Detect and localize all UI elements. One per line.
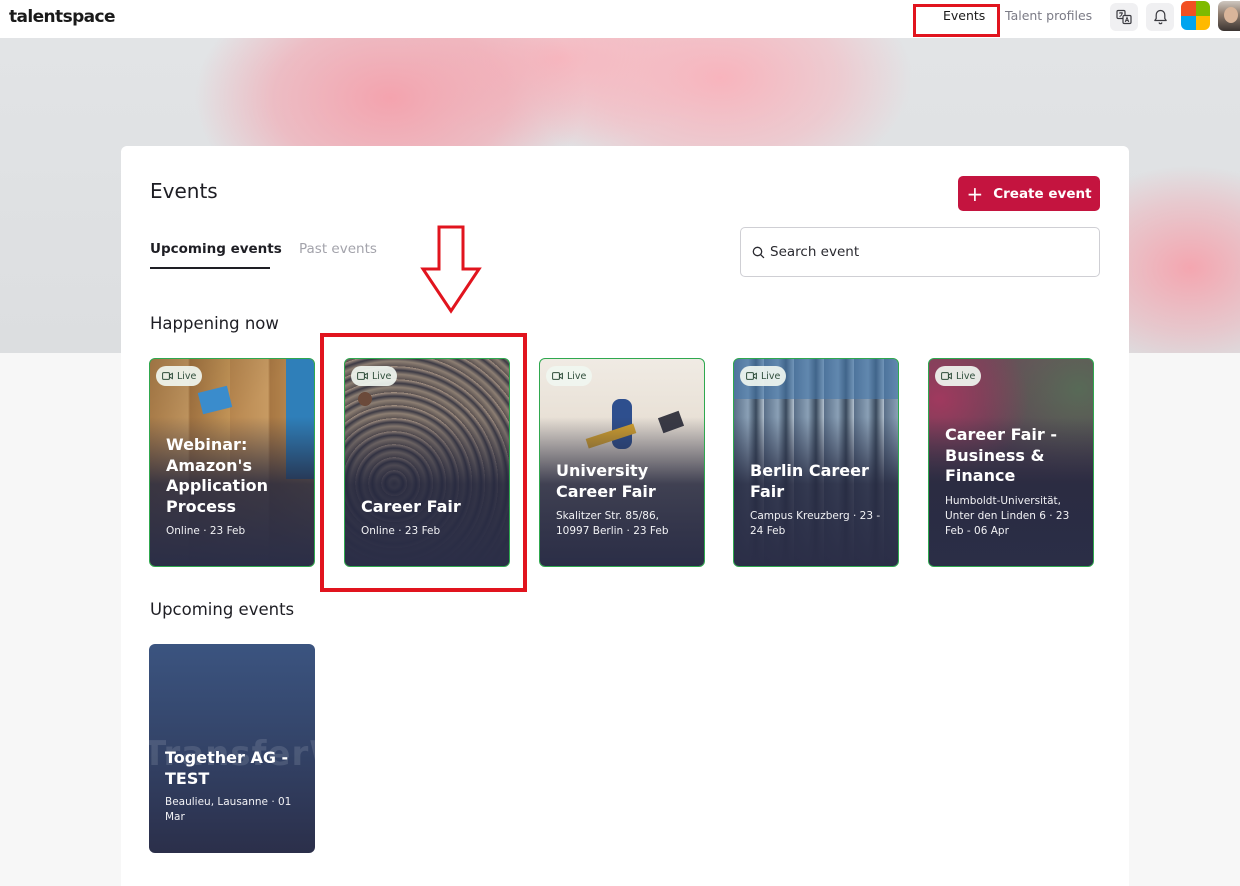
event-title: University Career Fair bbox=[556, 461, 656, 501]
video-camera-icon bbox=[552, 372, 563, 380]
event-title: Together AG - TEST bbox=[165, 748, 289, 788]
annotation-highlight-events bbox=[913, 4, 1000, 37]
event-meta: Campus Kreuzberg · 23 - 24 Feb bbox=[750, 510, 881, 537]
live-badge: Live bbox=[156, 366, 203, 386]
live-label: Live bbox=[761, 370, 781, 382]
user-avatar[interactable] bbox=[1218, 1, 1240, 31]
event-meta: Skalitzer Str. 85/86, 10997 Berlin · 23 … bbox=[556, 510, 669, 537]
live-label: Live bbox=[567, 370, 587, 382]
live-badge: Live bbox=[935, 366, 982, 386]
event-meta: Beaulieu, Lausanne · 01 Mar bbox=[165, 796, 292, 823]
page-title: Events bbox=[150, 179, 218, 203]
bell-icon bbox=[1153, 9, 1167, 25]
event-title: Webinar: Amazon's Application Process bbox=[166, 435, 269, 516]
event-meta: Humboldt-Universität, Unter den Linden 6… bbox=[945, 495, 1070, 537]
card-image-detail bbox=[197, 385, 233, 415]
tab-upcoming-events[interactable]: Upcoming events bbox=[150, 241, 282, 257]
video-camera-icon bbox=[746, 372, 757, 380]
live-badge: Live bbox=[740, 366, 787, 386]
event-title: Career Fair - Business & Finance bbox=[945, 425, 1057, 485]
create-event-button[interactable]: + Create event bbox=[958, 176, 1100, 211]
section-upcoming-events: Upcoming events bbox=[150, 600, 295, 619]
active-tab-indicator bbox=[150, 267, 270, 269]
tab-past-events[interactable]: Past events bbox=[299, 241, 377, 257]
search-icon bbox=[752, 246, 765, 258]
video-camera-icon bbox=[941, 372, 952, 380]
video-camera-icon bbox=[162, 372, 173, 380]
live-badge: Live bbox=[546, 366, 593, 386]
translate-button[interactable] bbox=[1110, 3, 1138, 31]
talentspace-logo[interactable]: talentspace bbox=[9, 7, 116, 27]
event-meta: Online · 23 Feb bbox=[166, 525, 246, 537]
annotation-highlight-career-fair bbox=[320, 333, 527, 592]
top-navigation-bar: talentspace Events Talent profiles bbox=[0, 0, 1240, 38]
nav-talent-profiles-link[interactable]: Talent profiles bbox=[1005, 8, 1092, 23]
plus-icon: + bbox=[966, 181, 984, 206]
section-happening-now: Happening now bbox=[150, 314, 279, 333]
live-label: Live bbox=[956, 370, 976, 382]
microsoft-logo[interactable] bbox=[1181, 1, 1210, 30]
annotation-down-arrow bbox=[420, 225, 482, 314]
event-title: Berlin Career Fair bbox=[750, 461, 869, 501]
notifications-button[interactable] bbox=[1146, 3, 1174, 31]
event-card-university-career-fair[interactable]: Live University Career Fair Skalitzer St… bbox=[539, 358, 705, 567]
event-card-business-finance[interactable]: Live Career Fair - Business & Finance Hu… bbox=[928, 358, 1094, 567]
event-card-berlin-career-fair[interactable]: Live Berlin Career Fair Campus Kreuzberg… bbox=[733, 358, 899, 567]
translate-icon bbox=[1116, 9, 1132, 25]
events-panel: Events + Create event Upcoming events Pa… bbox=[121, 146, 1129, 886]
event-card-together-ag[interactable]: TransferW Together AG - TEST Beaulieu, L… bbox=[149, 644, 315, 853]
search-input[interactable] bbox=[770, 244, 1070, 260]
event-card-amazon-webinar[interactable]: Live Webinar: Amazon's Application Proce… bbox=[149, 358, 315, 567]
create-event-label: Create event bbox=[993, 185, 1092, 202]
live-label: Live bbox=[177, 370, 197, 382]
search-box[interactable] bbox=[740, 227, 1100, 277]
